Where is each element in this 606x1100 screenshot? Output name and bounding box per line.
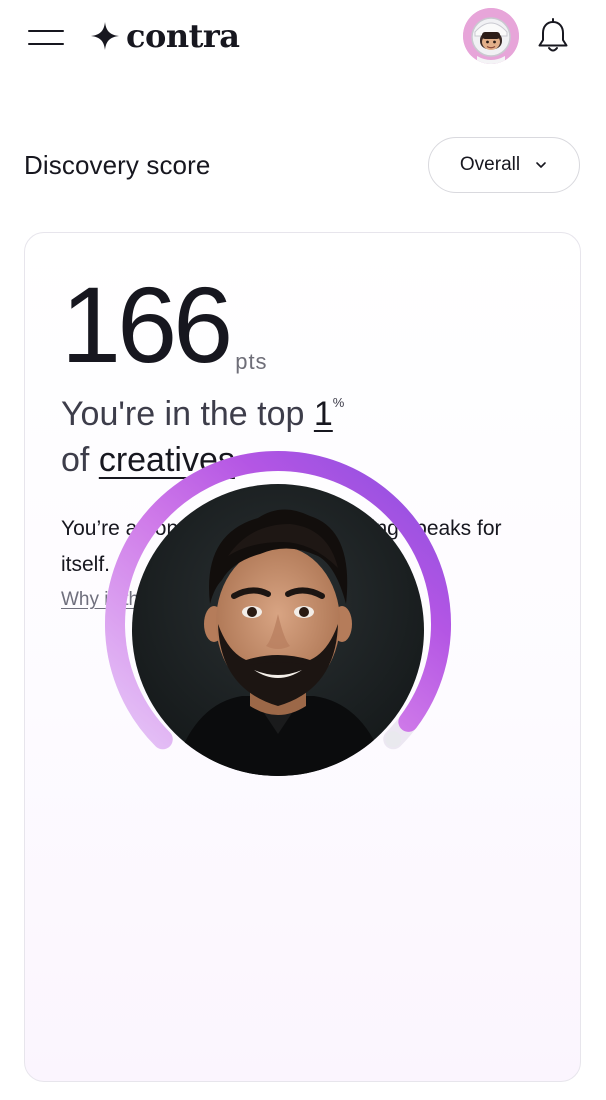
rank-percent-sign: %	[332, 395, 345, 410]
contra-logo[interactable]: contra	[90, 14, 240, 58]
filter-label: Overall	[459, 154, 521, 175]
menu-line	[28, 43, 64, 45]
bell-icon[interactable]	[533, 16, 573, 56]
avatar[interactable]	[463, 8, 519, 64]
menu-line	[28, 30, 64, 32]
profile-portrait-image	[132, 484, 424, 776]
hamburger-menu-icon[interactable]	[28, 26, 64, 48]
profile-photo	[132, 484, 424, 776]
score-value: 166	[61, 264, 233, 385]
gauge-end-marker	[385, 731, 402, 748]
rank-percentile[interactable]: 1	[314, 395, 333, 433]
rank-statement: You're in the top 1%	[61, 395, 344, 434]
score-row: 166 pts	[61, 264, 268, 385]
rank-prefix: You're in the top	[61, 395, 314, 433]
score-unit: pts	[235, 349, 268, 374]
logo-text: contra	[126, 17, 240, 55]
notification-bell-icon	[538, 18, 568, 52]
four-point-star-icon	[91, 22, 119, 50]
score-filter-dropdown[interactable]: Overall	[428, 137, 580, 193]
page-title: Discovery score	[24, 150, 211, 180]
astronaut-avatar-icon	[463, 8, 519, 64]
chevron-down-icon	[536, 162, 546, 168]
